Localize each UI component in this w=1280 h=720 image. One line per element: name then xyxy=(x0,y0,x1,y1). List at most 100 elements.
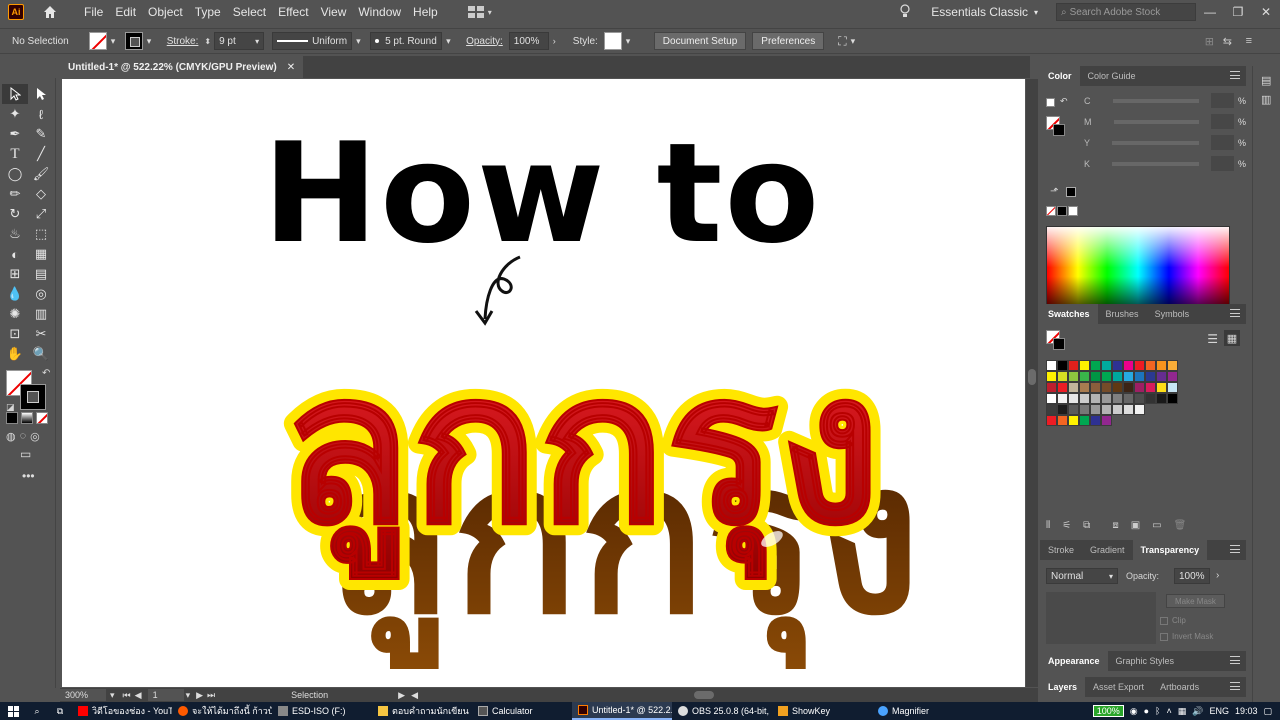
draw-behind-icon[interactable]: ◌ xyxy=(20,430,27,443)
swatch-cell[interactable] xyxy=(1123,382,1134,393)
cyan-field[interactable] xyxy=(1210,93,1234,108)
menu-window[interactable]: Window xyxy=(352,0,407,24)
close-icon[interactable]: ✕ xyxy=(287,62,295,73)
swatch-cell[interactable] xyxy=(1046,404,1057,415)
panel-menu-icon[interactable] xyxy=(1230,71,1240,79)
transparency-opacity-field[interactable]: 100% xyxy=(1174,568,1210,584)
swatch-cell[interactable] xyxy=(1145,360,1156,371)
zoom-tool-icon[interactable]: 🔍 xyxy=(28,344,54,364)
eyedropper-tool-icon[interactable]: 💧 xyxy=(2,284,28,304)
minimize-button[interactable]: — xyxy=(1196,5,1224,19)
swatch-cell[interactable] xyxy=(1090,393,1101,404)
swatch-cell[interactable] xyxy=(1134,360,1145,371)
workspace-switcher[interactable]: Essentials Classic ▾ xyxy=(931,5,1038,19)
pen-tool-icon[interactable]: ✒ xyxy=(2,124,28,144)
symbol-sprayer-tool-icon[interactable]: ✺ xyxy=(2,304,28,324)
swatch-cell[interactable] xyxy=(1112,382,1123,393)
chevron-right-icon[interactable]: › xyxy=(1216,570,1219,581)
swatch-libraries-icon[interactable]: ⫴ xyxy=(1046,520,1050,531)
type-tool-icon[interactable]: T xyxy=(2,144,28,164)
blend-mode-select[interactable]: Normal ▾ xyxy=(1046,568,1118,584)
tab-layers[interactable]: Layers xyxy=(1040,677,1086,697)
none-quick-swatch[interactable] xyxy=(1046,206,1056,216)
volume-icon[interactable]: 🔊 xyxy=(1192,706,1203,717)
swatch-cell[interactable] xyxy=(1134,382,1145,393)
drawing-modes[interactable]: ◍ ◌ ◎ xyxy=(6,430,55,443)
folder-icon[interactable]: ▭ xyxy=(1152,520,1161,531)
fill-swatch[interactable] xyxy=(88,32,107,50)
pencil-tool-icon[interactable]: ✏ xyxy=(2,184,28,204)
stroke-weight-field[interactable]: 9 pt ▾ xyxy=(214,32,265,50)
language-indicator[interactable]: ENG xyxy=(1209,706,1229,716)
variable-width-profile[interactable]: Uniform xyxy=(272,32,353,50)
make-mask-button[interactable]: Make Mask xyxy=(1166,594,1225,608)
swatch-fill-stroke-mini[interactable] xyxy=(1046,330,1068,352)
tab-stroke[interactable]: Stroke xyxy=(1040,540,1082,560)
swatch-cell[interactable] xyxy=(1079,415,1090,426)
taskbar-item-obs[interactable]: OBS 25.0.8 (64-bit, ... xyxy=(672,702,772,720)
align-icon[interactable]: ⛶ xyxy=(838,34,846,49)
artboard-number-field[interactable]: 1 xyxy=(147,689,184,701)
swatch-cell[interactable] xyxy=(1068,382,1079,393)
opacity-label[interactable]: Opacity: xyxy=(466,36,503,47)
yellow-slider[interactable] xyxy=(1112,140,1199,145)
paintbrush-tool-icon[interactable]: 🖌 xyxy=(28,164,54,184)
slice-tool-icon[interactable]: ✂ xyxy=(28,324,54,344)
chevron-down-icon[interactable]: ▾ xyxy=(111,36,121,47)
artboard-canvas[interactable]: How to ลูกกรุง ลูกกรุง ลูกกรุง xyxy=(62,79,1025,687)
chevron-down-icon[interactable]: ▾ xyxy=(356,36,366,47)
mesh-tool-icon[interactable]: ⊞ xyxy=(2,264,28,284)
new-swatch-icon[interactable]: ▣ xyxy=(1131,520,1140,531)
white-quick-swatch[interactable] xyxy=(1068,206,1078,216)
chevron-up-icon[interactable]: ˄ xyxy=(1166,706,1171,716)
properties-icon[interactable]: ▤ xyxy=(1261,74,1280,87)
swatch-cell[interactable] xyxy=(1090,404,1101,415)
menu-help[interactable]: Help xyxy=(407,0,444,24)
tab-color[interactable]: Color xyxy=(1040,66,1080,86)
lasso-tool-icon[interactable]: ℓ xyxy=(28,104,54,124)
swatch-cell[interactable] xyxy=(1101,404,1112,415)
bluetooth-icon[interactable]: ᛒ xyxy=(1155,706,1160,716)
yellow-field[interactable] xyxy=(1210,135,1234,150)
shape-builder-tool-icon[interactable]: ◐ xyxy=(2,244,28,264)
swatch-cell[interactable] xyxy=(1156,360,1167,371)
status-menu-icon[interactable]: ▶ xyxy=(398,690,405,701)
swatch-cell[interactable] xyxy=(1068,404,1079,415)
gradient-tool-icon[interactable]: ▤ xyxy=(28,264,54,284)
chevron-down-icon[interactable]: ▾ xyxy=(147,36,157,47)
scroll-thumb[interactable] xyxy=(1028,369,1036,385)
swatch-cell[interactable] xyxy=(1046,382,1057,393)
swatch-cell[interactable] xyxy=(1057,415,1068,426)
draw-normal-icon[interactable]: ◍ xyxy=(6,430,16,443)
list-view-icon[interactable]: ☰ xyxy=(1207,332,1218,346)
swatch-cell[interactable] xyxy=(1123,371,1134,382)
draw-inside-icon[interactable]: ◎ xyxy=(30,430,40,443)
tab-symbols[interactable]: Symbols xyxy=(1147,304,1198,324)
next-artboard-icon[interactable]: ▶ xyxy=(196,690,203,701)
rotate-tool-icon[interactable]: ↻ xyxy=(2,204,28,224)
black-quick-swatch[interactable] xyxy=(1057,206,1067,216)
color-fill-stroke-mini[interactable]: ↶ xyxy=(1046,96,1070,136)
swatch-cell[interactable] xyxy=(1112,404,1123,415)
libraries-icon[interactable]: ▥ xyxy=(1261,93,1280,106)
tray-app-icon[interactable]: ◉ xyxy=(1130,706,1138,717)
chevron-right-icon[interactable]: › xyxy=(553,36,563,46)
swatch-cell[interactable] xyxy=(1068,415,1079,426)
swatch-cell[interactable] xyxy=(1079,393,1090,404)
show-swatch-kinds-icon[interactable]: ⚟ xyxy=(1062,520,1071,531)
swatch-cell[interactable] xyxy=(1101,393,1112,404)
transform-icon[interactable]: ⇆ xyxy=(1223,35,1232,48)
perspective-grid-tool-icon[interactable]: ▦ xyxy=(28,244,54,264)
swatch-cell[interactable] xyxy=(1057,404,1068,415)
swatch-cell[interactable] xyxy=(1090,371,1101,382)
taskbar-item-explorer[interactable]: ESD-ISO (F:) xyxy=(272,702,372,720)
swatch-cell[interactable] xyxy=(1079,404,1090,415)
clock[interactable]: 19:03 xyxy=(1235,706,1258,716)
tab-gradient[interactable]: Gradient xyxy=(1082,540,1133,560)
swatch-cell[interactable] xyxy=(1112,393,1123,404)
network-icon[interactable]: ▦ xyxy=(1178,706,1187,717)
swatch-cell[interactable] xyxy=(1134,371,1145,382)
windows-start-icon[interactable] xyxy=(0,705,26,717)
task-view-icon[interactable]: ⧉ xyxy=(48,706,72,717)
stroke-black-swatch[interactable] xyxy=(20,384,46,410)
